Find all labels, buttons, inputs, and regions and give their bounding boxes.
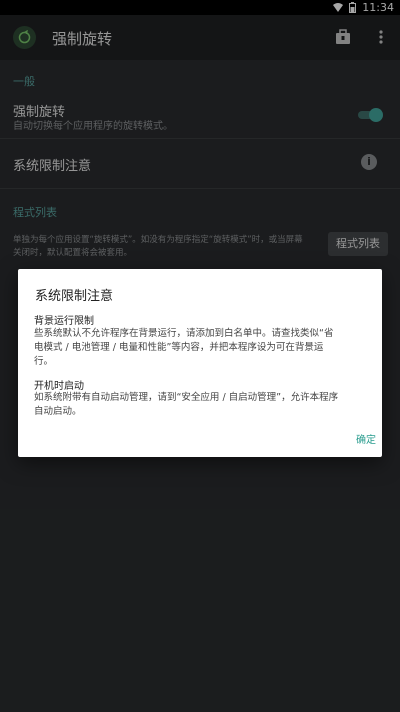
boot-start-line1: 如系统附带有自动启动管理，请到“安全应用 / 自启动管理”，允许本程序: [34, 392, 339, 403]
background-run-line1: 些系统默认不允许程序在背景运行，请添加到白名单中。请查找类似“省: [34, 328, 334, 339]
background-run-line3: 行。: [34, 356, 54, 367]
ok-button[interactable]: 确定: [356, 431, 376, 446]
background-run-line2: 电模式 / 电池管理 / 电量和性能”等内容，并把本程序设为可在背景运: [34, 342, 324, 353]
boot-start-line2: 自动启动。: [34, 406, 82, 417]
background-run-heading: 背景运行限制: [34, 316, 94, 327]
dialog-title: 系统限制注意: [35, 289, 114, 304]
system-limit-dialog: 系统限制注意 背景运行限制 些系统默认不允许程序在背景运行，请添加到白名单中。请…: [18, 269, 382, 457]
boot-start-heading: 开机时启动: [34, 381, 84, 392]
